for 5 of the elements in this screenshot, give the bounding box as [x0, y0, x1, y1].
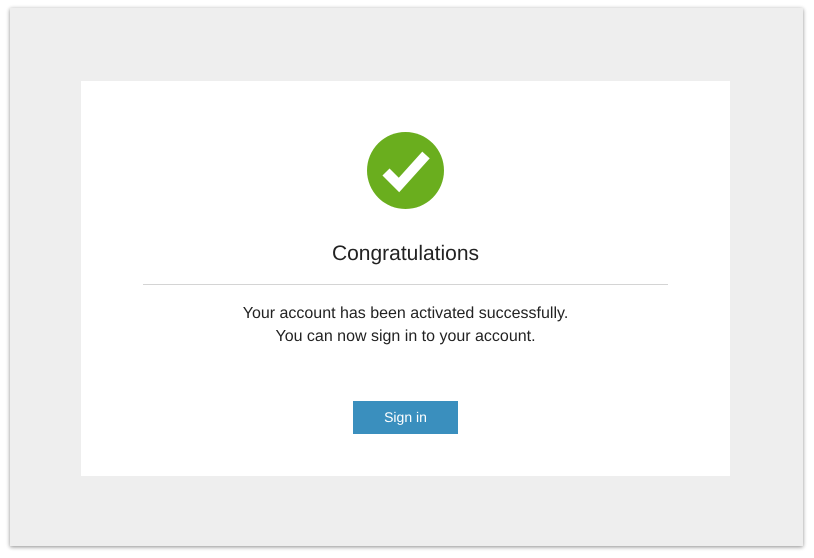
message-text: Your account has been activated successfully.: [242, 305, 568, 322]
message-text: You can now sign in to your account.: [275, 328, 536, 345]
card-title: Congratulations: [332, 243, 480, 264]
sign-in-button[interactable]: Sign in: [353, 401, 458, 434]
checkmark-icon: [367, 132, 444, 209]
